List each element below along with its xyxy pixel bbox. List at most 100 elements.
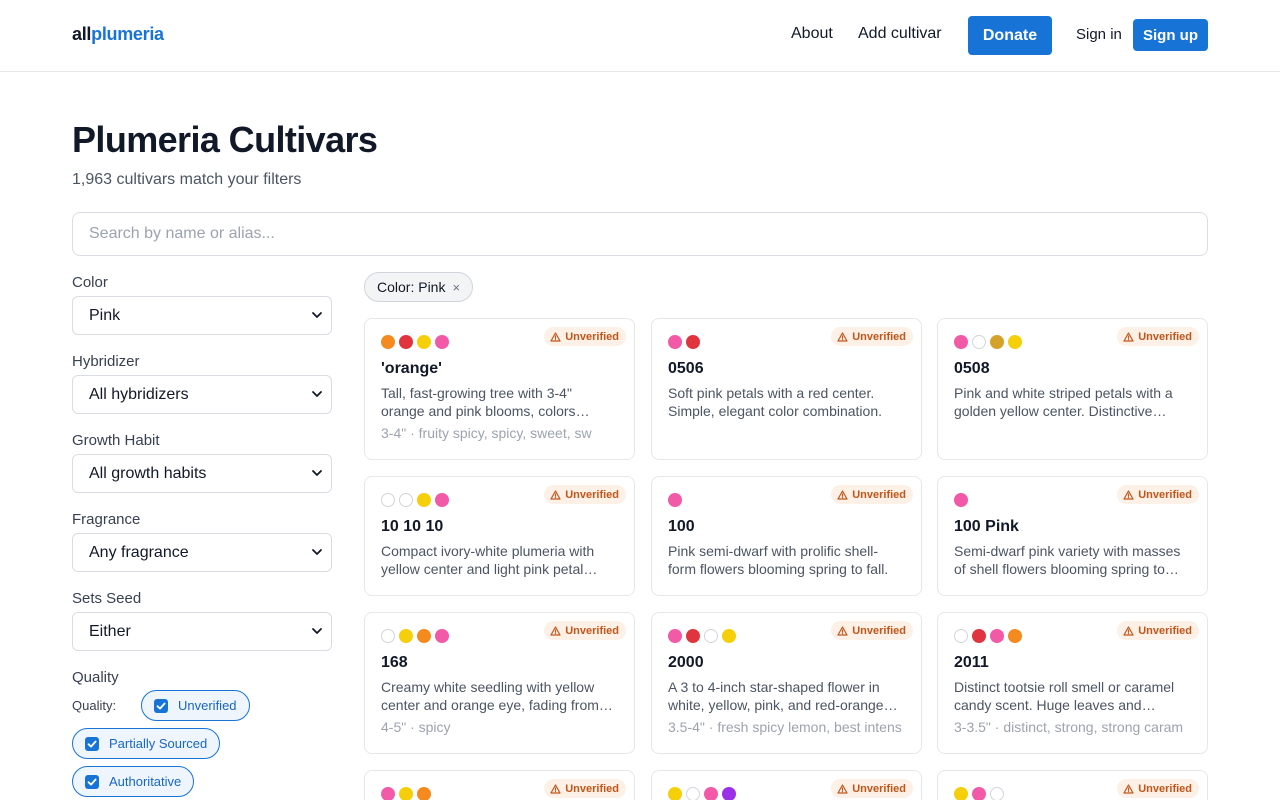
fragrance-select[interactable]: Any fragrance: [72, 533, 332, 572]
badge-label: Unverified: [1138, 488, 1192, 501]
quality-partially-sourced-checkbox[interactable]: Partially Sourced: [72, 728, 221, 759]
cultivar-card[interactable]: Unverified: [937, 770, 1208, 800]
top-navigation-bar: allplumeria About Add cultivar Donate Si…: [0, 0, 1280, 72]
badge-label: Unverified: [1138, 330, 1192, 343]
sets-seed-select-value: Either: [89, 622, 131, 640]
sets-seed-select[interactable]: Either: [72, 612, 332, 651]
badge-label: Unverified: [852, 330, 906, 343]
color-swatch-pink: [668, 493, 682, 507]
badge-label: Unverified: [852, 624, 906, 637]
search-input[interactable]: [72, 212, 1208, 256]
sign-up-button[interactable]: Sign up: [1133, 19, 1208, 51]
color-swatches: [954, 629, 1026, 643]
cultivar-card[interactable]: Unverified 'orange' Tall, fast-growing tre…: [364, 318, 635, 460]
color-swatches: [668, 493, 686, 507]
color-swatches: [954, 335, 1026, 349]
warning-icon: [550, 331, 561, 342]
color-swatches: [954, 493, 972, 507]
color-swatch-pink: [435, 629, 449, 643]
color-swatch-yellow: [954, 787, 968, 800]
nav-about-link[interactable]: About: [791, 25, 833, 43]
warning-icon: [837, 331, 848, 342]
cultivar-card[interactable]: Unverified 100 Pink Semi-dwarf pink variet…: [937, 476, 1208, 596]
unverified-badge: Unverified: [544, 621, 626, 640]
color-swatch-orange: [381, 335, 395, 349]
color-swatch-pink: [435, 335, 449, 349]
result-count: 1,963 cultivars match your filters: [72, 171, 302, 188]
cultivar-description: A 3 to 4-inch star-shaped flower in whit…: [668, 679, 884, 713]
color-swatch-pink: [668, 335, 682, 349]
hybridizer-filter-label: Hybridizer: [72, 353, 140, 370]
quality-unverified-checkbox[interactable]: Unverified: [141, 690, 250, 721]
color-swatches: [381, 335, 453, 349]
cultivar-card[interactable]: Unverified: [364, 770, 635, 800]
color-swatch-red: [399, 335, 413, 349]
cultivar-meta: 4-5" · spicy: [381, 719, 451, 735]
warning-icon: [837, 783, 848, 794]
badge-label: Unverified: [565, 624, 619, 637]
cultivar-name: 2000: [668, 654, 704, 671]
cultivar-card[interactable]: Unverified 100 Pink semi-dwarf with prolif…: [651, 476, 922, 596]
color-swatch-yellow: [399, 629, 413, 643]
active-filter-label: Color: Pink: [377, 279, 446, 295]
color-swatch-purple: [722, 787, 736, 800]
cultivar-card[interactable]: Unverified 10 10 10 Compact ivory-white pl…: [364, 476, 635, 596]
color-swatch-white: [381, 493, 395, 507]
cultivar-card[interactable]: Unverified 0506 Soft pink petals with a re…: [651, 318, 922, 460]
color-swatch-pink: [381, 787, 395, 800]
site-logo[interactable]: allplumeria: [72, 24, 164, 45]
color-swatch-white: [686, 787, 700, 800]
donate-button[interactable]: Donate: [968, 16, 1052, 55]
quality-inline-label: Quality:: [72, 698, 117, 713]
cultivar-card[interactable]: Unverified 0508 Pink and white striped pet…: [937, 318, 1208, 460]
cultivar-name: 'orange': [381, 360, 442, 377]
cultivar-card[interactable]: Unverified 168 Creamy white seedling with …: [364, 612, 635, 754]
chevron-down-icon: [312, 391, 322, 397]
sign-in-link[interactable]: Sign in: [1076, 26, 1122, 43]
badge-label: Unverified: [1138, 782, 1192, 795]
color-swatch-red: [686, 629, 700, 643]
color-swatch-pink: [435, 493, 449, 507]
color-swatch-pink: [668, 629, 682, 643]
unverified-badge: Unverified: [831, 779, 913, 798]
color-select[interactable]: Pink: [72, 296, 332, 335]
cultivar-name: 168: [381, 654, 408, 671]
hybridizer-select[interactable]: All hybridizers: [72, 375, 332, 414]
quality-authoritative-checkbox[interactable]: Authoritative: [72, 766, 195, 797]
growth-habit-select[interactable]: All growth habits: [72, 454, 332, 493]
cultivar-name: 0506: [668, 360, 704, 377]
cultivar-name: 0508: [954, 360, 990, 377]
cultivar-card[interactable]: Unverified: [651, 770, 922, 800]
cultivar-card[interactable]: Unverified 2011 Distinct tootsie roll smel…: [937, 612, 1208, 754]
color-swatch-white: [972, 335, 986, 349]
warning-icon: [837, 625, 848, 636]
close-icon[interactable]: ×: [452, 280, 460, 295]
quality-option-label: Unverified: [178, 698, 237, 713]
growth-habit-filter-label: Growth Habit: [72, 432, 160, 449]
active-filter-chip[interactable]: Color: Pink ×: [364, 272, 474, 302]
color-swatch-yellow: [1008, 335, 1022, 349]
unverified-badge: Unverified: [1117, 485, 1199, 504]
chevron-down-icon: [312, 628, 322, 634]
badge-label: Unverified: [852, 488, 906, 501]
color-swatch-white: [399, 493, 413, 507]
sets-seed-filter-label: Sets Seed: [72, 590, 142, 607]
unverified-badge: Unverified: [831, 485, 913, 504]
cultivar-meta: 3.5-4" · fresh spicy lemon, best intens: [668, 719, 902, 735]
color-swatches: [381, 493, 453, 507]
cultivar-name: 100 Pink: [954, 518, 1019, 535]
fragrance-select-value: Any fragrance: [89, 543, 189, 561]
cultivar-name: 10 10 10: [381, 518, 444, 535]
quality-option-label: Partially Sourced: [109, 736, 208, 751]
badge-label: Unverified: [1138, 624, 1192, 637]
nav-add-cultivar-link[interactable]: Add cultivar: [858, 25, 942, 43]
color-swatches: [381, 629, 453, 643]
cultivar-description: Pink and white striped petals with a gol…: [954, 385, 1173, 419]
unverified-badge: Unverified: [1117, 779, 1199, 798]
badge-label: Unverified: [852, 782, 906, 795]
unverified-badge: Unverified: [544, 327, 626, 346]
cultivar-card[interactable]: Unverified 2000 A 3 to 4-inch star-shaped …: [651, 612, 922, 754]
color-swatch-gold: [990, 335, 1004, 349]
unverified-badge: Unverified: [544, 485, 626, 504]
warning-icon: [1123, 625, 1134, 636]
